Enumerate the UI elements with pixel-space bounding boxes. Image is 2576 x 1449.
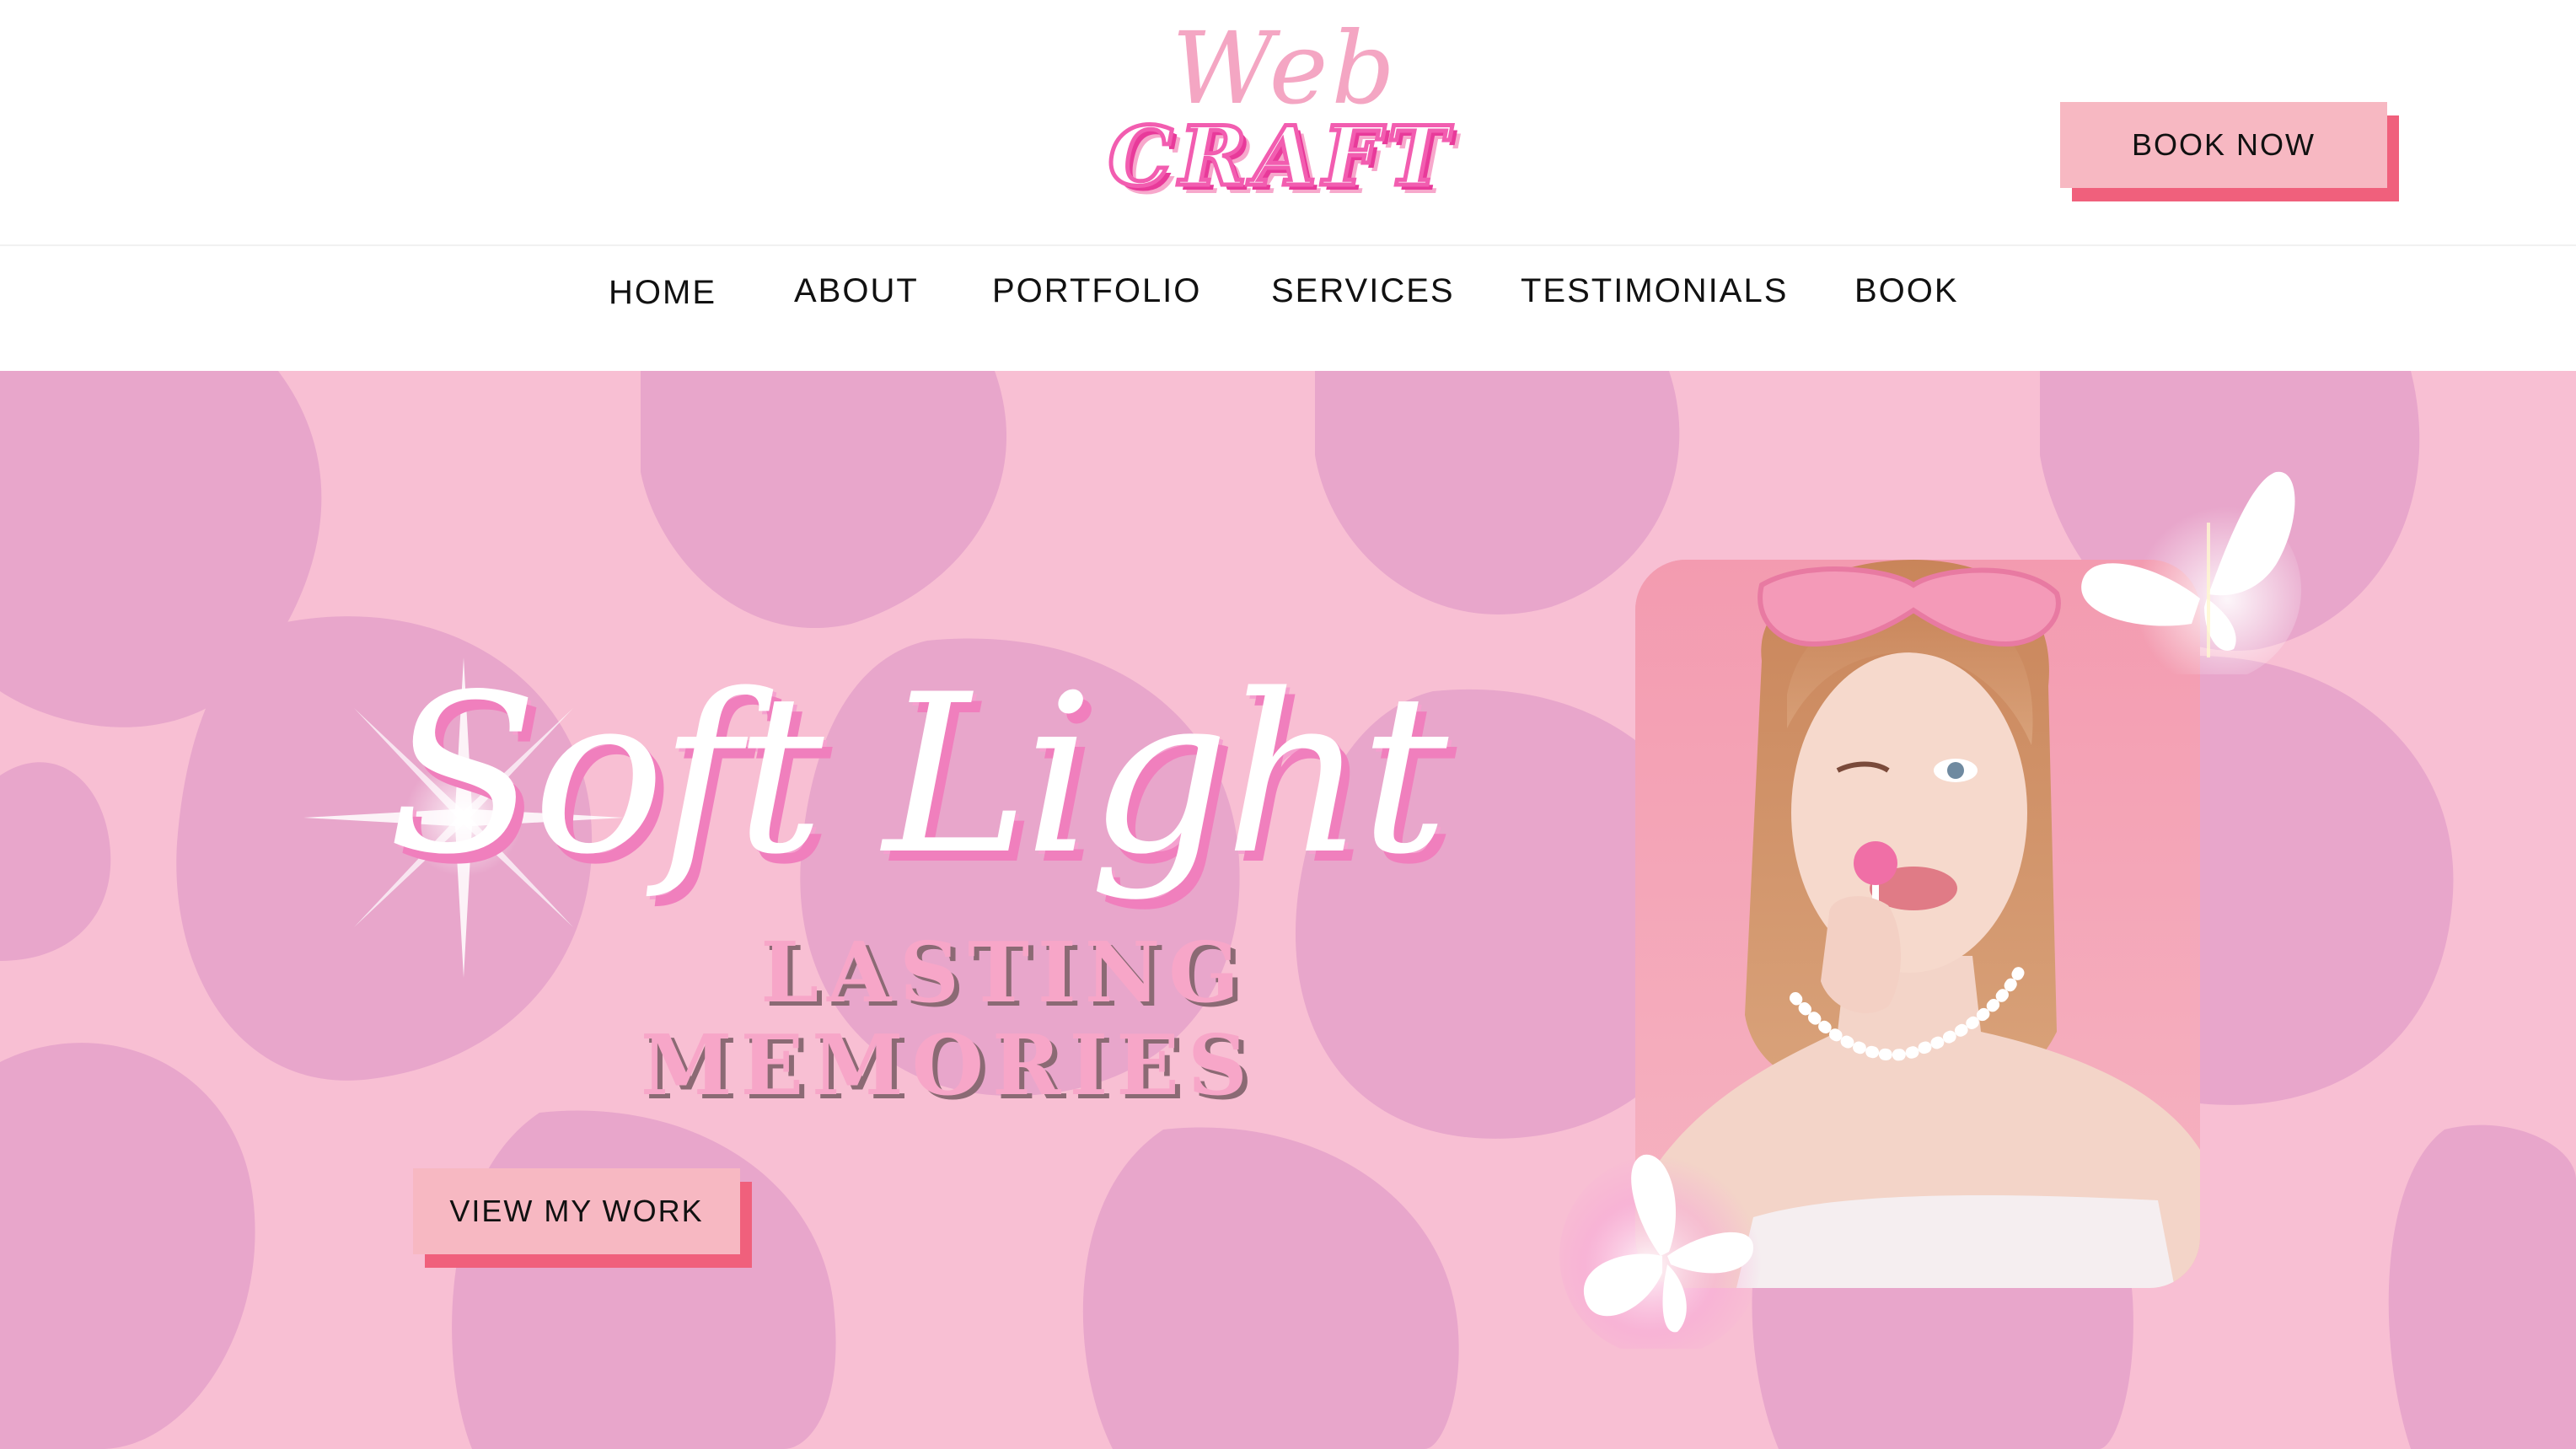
nav-item-services[interactable]: SERVICES (1271, 263, 1455, 319)
hero-headline: Soft Light (388, 648, 1448, 903)
tagline-line-2: MEMORIES (641, 1017, 1256, 1114)
hero-section: Soft Light LASTING MEMORIES VIEW MY WORK (0, 371, 2576, 1449)
nav-item-testimonials[interactable]: TESTIMONIALS (1521, 263, 1788, 319)
site-logo[interactable]: Web CRAFT (1071, 10, 1492, 204)
nav-item-portfolio[interactable]: PORTFOLIO (992, 263, 1201, 319)
tagline-line-1: LASTING (760, 925, 1248, 1022)
butterfly-icon (2081, 471, 2301, 674)
view-work-container: VIEW MY WORK (413, 1168, 754, 1269)
book-now-container: BOOK NOW (2060, 102, 2399, 201)
hero-tagline: LASTING MEMORIES (641, 927, 1248, 1146)
logo-script-text: Web (1172, 10, 1399, 126)
nav-item-home[interactable]: HOME (609, 265, 716, 320)
view-my-work-button[interactable]: VIEW MY WORK (413, 1168, 740, 1254)
site-header: Web CRAFT BOOK NOW (0, 0, 2576, 244)
main-nav: HOME ABOUT PORTFOLIO SERVICES TESTIMONIA… (0, 246, 2576, 371)
butterfly-icon-bottom (1559, 1154, 1762, 1349)
nav-item-book[interactable]: BOOK (1854, 263, 1959, 319)
nav-item-about[interactable]: ABOUT (794, 263, 919, 319)
logo-craft-text: CRAFT (1106, 109, 1455, 204)
book-now-button[interactable]: BOOK NOW (2060, 102, 2387, 188)
